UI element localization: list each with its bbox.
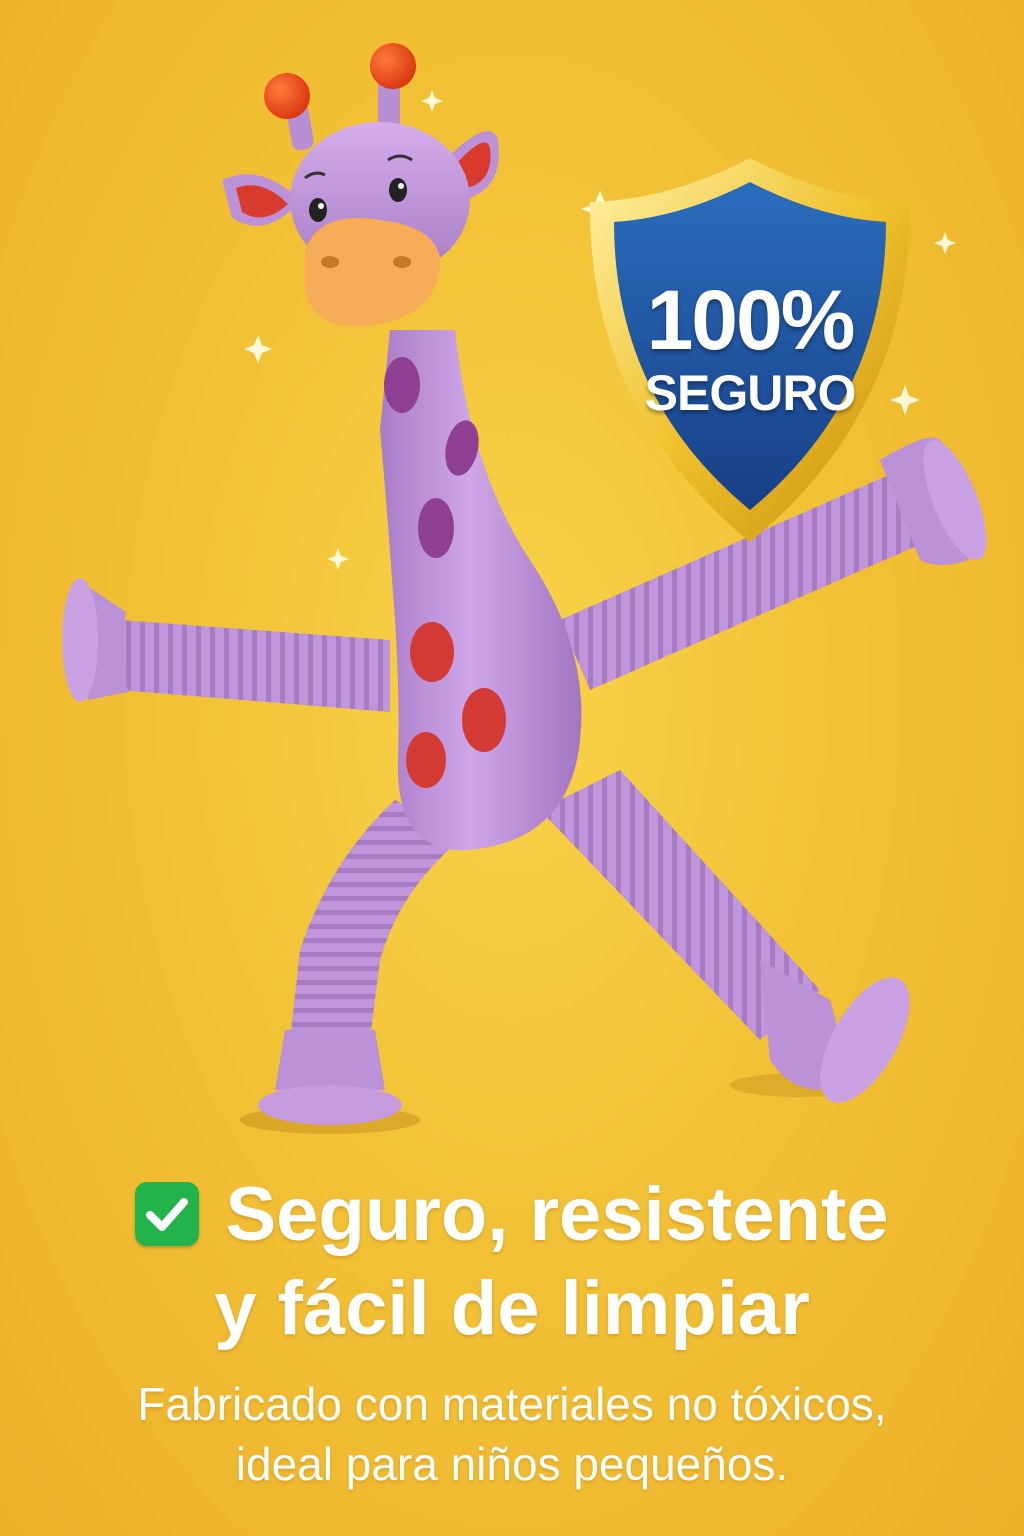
headline-text-2: y fácil de limpiar xyxy=(214,1266,810,1351)
giraffe-head xyxy=(222,43,499,327)
headline-line-1: Seguro, resistente xyxy=(0,1168,1024,1262)
check-icon xyxy=(135,1182,200,1246)
badge-percent: 100% xyxy=(646,273,856,367)
left-leg xyxy=(258,800,460,1125)
headline-text-1: Seguro, resistente xyxy=(225,1172,889,1257)
safety-badge: 100% SEGURO xyxy=(580,150,920,550)
left-arm xyxy=(62,578,390,712)
ad-card: 100% SEGURO Seguro, resistente y fácil d… xyxy=(0,0,1024,1536)
description-line-1: Fabricado con materiales no tóxicos, xyxy=(137,1378,887,1430)
badge-word: SEGURO xyxy=(644,365,857,421)
right-leg xyxy=(540,770,910,1103)
headline: Seguro, resistente y fácil de limpiar xyxy=(0,1168,1024,1356)
description: Fabricado con materiales no tóxicos, ide… xyxy=(0,1374,1024,1494)
description-line-2: ideal para niños pequeños. xyxy=(235,1438,789,1490)
